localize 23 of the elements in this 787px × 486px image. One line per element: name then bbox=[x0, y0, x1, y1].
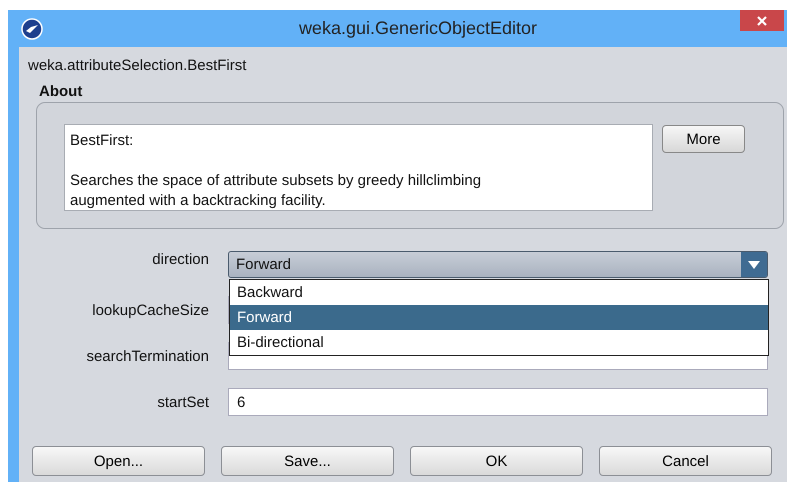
close-button[interactable] bbox=[740, 10, 784, 31]
dropdown-option[interactable]: Backward bbox=[230, 280, 768, 305]
property-label: direction bbox=[151, 251, 209, 268]
dropdown-arrow-icon[interactable] bbox=[748, 260, 760, 268]
dialog-button[interactable]: Open... bbox=[32, 446, 205, 476]
dropdown-option[interactable]: Forward bbox=[230, 305, 768, 330]
section-heading: About bbox=[39, 83, 84, 100]
window-title: weka.gui.GenericObjectEditor bbox=[298, 18, 538, 39]
dialog-button[interactable]: Cancel bbox=[599, 446, 772, 476]
dropdown-value: Forward bbox=[236, 256, 292, 273]
dialog-button[interactable]: Save... bbox=[221, 446, 394, 476]
class-name: weka.attributeSelection.BestFirst bbox=[28, 57, 248, 74]
dropdown-option[interactable]: Bi-directional bbox=[230, 330, 768, 355]
dialog-button[interactable]: OK bbox=[410, 446, 583, 476]
property-label: startSet bbox=[156, 394, 209, 410]
more-button[interactable]: More bbox=[662, 125, 745, 153]
bird-logo-icon bbox=[21, 18, 43, 40]
about-title: BestFirst: bbox=[70, 131, 134, 151]
input-field[interactable]: 6 bbox=[228, 388, 768, 416]
property-label: searchTermination bbox=[85, 348, 209, 364]
property-label: lookupCacheSize bbox=[91, 302, 209, 318]
about-description: Searches the space of attribute subsets by greedy hillclimbing augmented with a backtracking facility. bbox=[70, 171, 482, 211]
close-icon[interactable] bbox=[756, 14, 768, 26]
